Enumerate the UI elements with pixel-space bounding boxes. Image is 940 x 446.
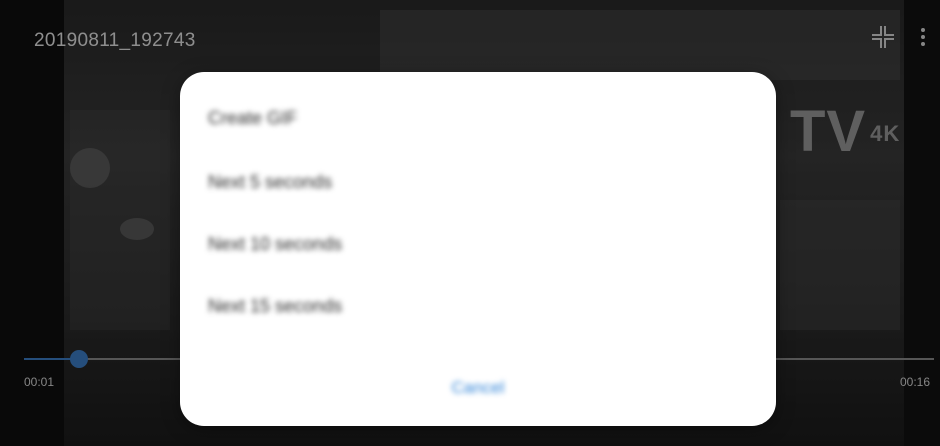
cancel-button[interactable]: Cancel — [180, 378, 776, 398]
dialog-title: Create GIF — [208, 108, 298, 128]
create-gif-dialog: Create GIF Next 5 seconds Next 10 second… — [180, 72, 776, 426]
option-next-15-seconds[interactable]: Next 15 seconds — [208, 296, 342, 317]
option-next-10-seconds[interactable]: Next 10 seconds — [208, 234, 342, 255]
option-next-5-seconds[interactable]: Next 5 seconds — [208, 172, 332, 193]
